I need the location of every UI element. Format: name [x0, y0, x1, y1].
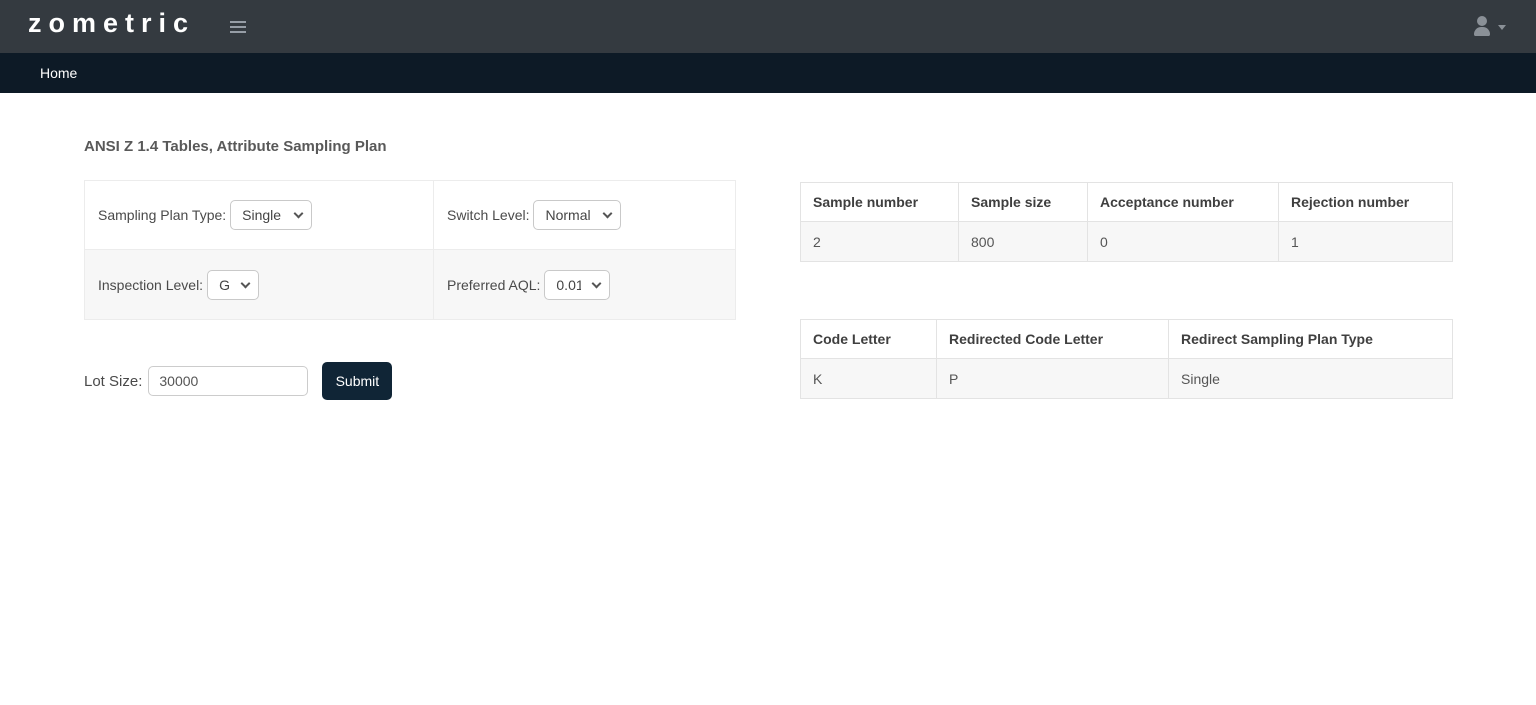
table-row: K P Single: [801, 359, 1453, 399]
user-icon: [1472, 13, 1492, 39]
col-code-letter: Code Letter: [801, 320, 937, 359]
nav-item-home[interactable]: Home: [40, 53, 77, 93]
col-redirected-code-letter: Redirected Code Letter: [937, 320, 1169, 359]
lot-size-input[interactable]: [148, 366, 308, 396]
inspection-level-select[interactable]: G1: [207, 270, 259, 300]
sampling-plan-type-select[interactable]: Single: [230, 200, 312, 230]
preferred-aql-select[interactable]: 0.015: [544, 270, 610, 300]
redirected-code-letter-value: P: [937, 359, 1169, 399]
lot-size-row: Lot Size: Submit: [84, 362, 392, 400]
form-cell-sampling-plan-type: Sampling Plan Type: Single: [85, 181, 434, 250]
lot-size-label: Lot Size:: [84, 373, 142, 390]
table-row: 2 800 0 1: [801, 222, 1453, 262]
caret-down-icon: [1498, 25, 1506, 30]
table-header-row: Code Letter Redirected Code Letter Redir…: [801, 320, 1453, 359]
top-header: zometric: [0, 0, 1536, 53]
table-header-row: Sample number Sample size Acceptance num…: [801, 183, 1453, 222]
results-table: Sample number Sample size Acceptance num…: [800, 182, 1453, 262]
sample-number-value: 2: [801, 222, 959, 262]
form-cell-preferred-aql: Preferred AQL: 0.015: [434, 250, 735, 319]
col-rejection-number: Rejection number: [1279, 183, 1453, 222]
sample-size-value: 800: [959, 222, 1088, 262]
col-redirect-sampling-plan-type: Redirect Sampling Plan Type: [1169, 320, 1453, 359]
acceptance-number-value: 0: [1088, 222, 1279, 262]
menu-icon[interactable]: [230, 17, 250, 37]
sampling-plan-form: Sampling Plan Type: Single Switch Level:…: [84, 180, 736, 320]
redirect-sampling-plan-type-value: Single: [1169, 359, 1453, 399]
code-letter-value: K: [801, 359, 937, 399]
page-title: ANSI Z 1.4 Tables, Attribute Sampling Pl…: [84, 138, 387, 155]
col-sample-number: Sample number: [801, 183, 959, 222]
preferred-aql-label: Preferred AQL:: [447, 277, 540, 293]
brand-logo[interactable]: zometric: [28, 8, 195, 39]
submit-button[interactable]: Submit: [322, 362, 392, 400]
switch-level-label: Switch Level:: [447, 207, 529, 223]
col-sample-size: Sample size: [959, 183, 1088, 222]
col-acceptance-number: Acceptance number: [1088, 183, 1279, 222]
inspection-level-label: Inspection Level:: [98, 277, 203, 293]
switch-level-select[interactable]: Normal: [533, 200, 621, 230]
form-cell-inspection-level: Inspection Level: G1: [85, 250, 434, 319]
code-letter-table: Code Letter Redirected Code Letter Redir…: [800, 319, 1453, 399]
form-cell-switch-level: Switch Level: Normal: [434, 181, 735, 250]
rejection-number-value: 1: [1279, 222, 1453, 262]
navbar: Home: [0, 53, 1536, 93]
user-menu[interactable]: [1472, 13, 1506, 39]
page: zometric Home ANSI Z 1.4 Tables, Attribu…: [0, 0, 1536, 705]
sampling-plan-type-label: Sampling Plan Type:: [98, 207, 226, 223]
